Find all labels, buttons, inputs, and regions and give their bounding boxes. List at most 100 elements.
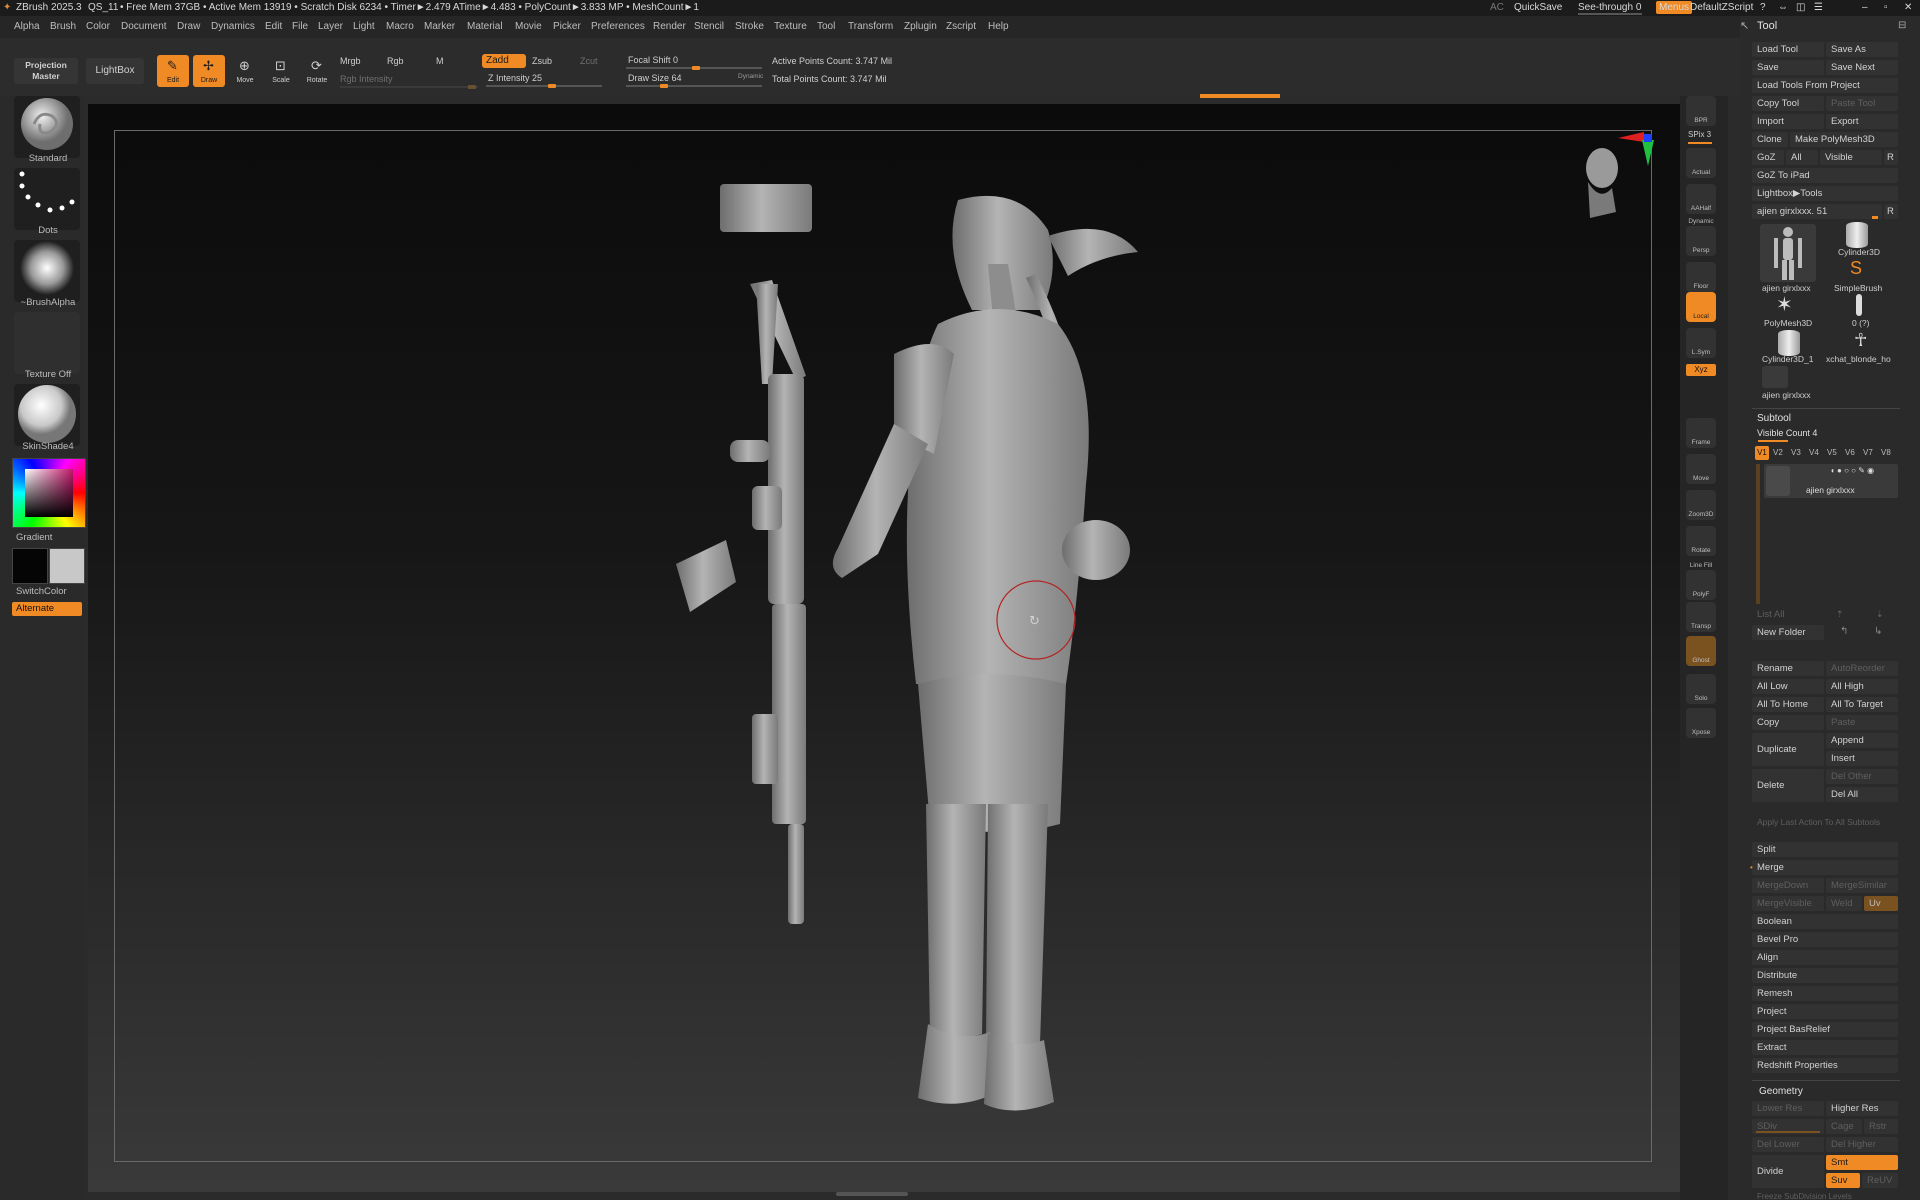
- cylinder3d-1-icon[interactable]: [1778, 330, 1800, 356]
- maximize-icon[interactable]: ▫: [1884, 2, 1888, 13]
- goz-all-button[interactable]: All: [1786, 150, 1818, 165]
- default-zscript-button[interactable]: DefaultZScript: [1690, 2, 1753, 13]
- edit-button[interactable]: ✎ Edit: [157, 55, 189, 87]
- mrgb-button[interactable]: Mrgb: [340, 56, 361, 66]
- align-section[interactable]: Align: [1752, 950, 1898, 965]
- freeze-subdivision-button[interactable]: Freeze SubDivision Levels: [1752, 1191, 1898, 1200]
- model-render[interactable]: ↻: [88, 104, 1680, 1192]
- color-picker[interactable]: [12, 458, 86, 528]
- split-section[interactable]: Split: [1752, 842, 1898, 857]
- merge-down-button[interactable]: MergeDown: [1752, 878, 1824, 893]
- menu-picker[interactable]: Picker: [553, 21, 581, 32]
- spix-label[interactable]: SPix 3: [1688, 130, 1711, 139]
- solo-button[interactable]: Solo: [1686, 674, 1716, 704]
- version-v3-button[interactable]: V3: [1791, 448, 1801, 457]
- lsym-button[interactable]: L.Sym: [1686, 328, 1716, 358]
- projection-master-button[interactable]: Projection Master: [14, 58, 78, 84]
- navigation-head[interactable]: [1586, 148, 1618, 218]
- menus-toggle[interactable]: Menus: [1656, 1, 1693, 14]
- scale-button[interactable]: ⊡ Scale: [265, 55, 297, 87]
- zcut-button[interactable]: Zcut: [580, 56, 598, 66]
- menu-help[interactable]: Help: [988, 21, 1009, 32]
- axis-gizmo[interactable]: [1618, 132, 1654, 166]
- rename-button[interactable]: Rename: [1752, 661, 1824, 676]
- zsub-button[interactable]: Zsub: [532, 56, 552, 66]
- weld-button[interactable]: Weld: [1826, 896, 1862, 911]
- save-button[interactable]: Save: [1752, 60, 1824, 75]
- ac-label[interactable]: AC: [1490, 2, 1504, 13]
- persp-button[interactable]: Persp: [1686, 226, 1716, 256]
- menu-color[interactable]: Color: [86, 21, 110, 32]
- help-icon[interactable]: ?: [1760, 2, 1766, 13]
- menu-render[interactable]: Render: [653, 21, 686, 32]
- menu-stencil[interactable]: Stencil: [694, 21, 724, 32]
- texture-thumbnail[interactable]: [14, 312, 80, 374]
- local-button[interactable]: Local: [1686, 292, 1716, 322]
- geometry-header[interactable]: Geometry: [1754, 1084, 1900, 1099]
- current-tool-r-button[interactable]: R: [1884, 204, 1898, 219]
- menu-zplugin[interactable]: Zplugin: [904, 21, 937, 32]
- menu-layer[interactable]: Layer: [318, 21, 343, 32]
- menu-zscript[interactable]: Zscript: [946, 21, 976, 32]
- menu-edit[interactable]: Edit: [265, 21, 282, 32]
- unknown-tool-icon[interactable]: [1856, 294, 1862, 316]
- sdiv-slider-track[interactable]: [1756, 1131, 1820, 1133]
- redshift-properties-section[interactable]: Redshift Properties: [1752, 1058, 1898, 1073]
- menu-brush[interactable]: Brush: [50, 21, 76, 32]
- cage-button[interactable]: Cage: [1826, 1119, 1862, 1134]
- tool-thumb-ajien-2[interactable]: [1762, 366, 1788, 388]
- copy-tool-button[interactable]: Copy Tool: [1752, 96, 1824, 111]
- smt-toggle[interactable]: Smt: [1826, 1155, 1898, 1170]
- suv-toggle[interactable]: Suv: [1826, 1173, 1860, 1188]
- aahalf-button[interactable]: AAHalf: [1686, 184, 1716, 214]
- rotate-button[interactable]: ⟳ Rotate: [301, 55, 333, 87]
- copy-subtool-button[interactable]: Copy: [1752, 715, 1824, 730]
- del-all-button[interactable]: Del All: [1826, 787, 1898, 802]
- uv-toggle[interactable]: Uv: [1864, 896, 1898, 911]
- paste-subtool-button[interactable]: Paste: [1826, 715, 1898, 730]
- see-through-track[interactable]: [1578, 13, 1642, 15]
- move-down-arrow-icon[interactable]: ⇣: [1876, 609, 1884, 620]
- transp-button[interactable]: Transp: [1686, 602, 1716, 632]
- version-v7-button[interactable]: V7: [1863, 448, 1873, 457]
- autoreorder-button[interactable]: AutoReorder: [1826, 661, 1898, 676]
- draw-size-slider[interactable]: [626, 84, 762, 88]
- polyf-button[interactable]: PolyF: [1686, 570, 1716, 600]
- paste-tool-button[interactable]: Paste Tool: [1826, 96, 1898, 111]
- draw-button[interactable]: ✢ Draw: [193, 55, 225, 87]
- rgb-intensity-slider[interactable]: [340, 85, 478, 89]
- lower-res-button[interactable]: Lower Res: [1752, 1101, 1824, 1116]
- visible-count-label[interactable]: Visible Count 4: [1752, 426, 1898, 441]
- goz-to-ipad-button[interactable]: GoZ To iPad: [1752, 168, 1898, 183]
- reuv-button[interactable]: ReUV: [1862, 1173, 1898, 1188]
- make-polymesh3d-button[interactable]: Make PolyMesh3D: [1790, 132, 1898, 147]
- alternate-button[interactable]: Alternate: [12, 602, 82, 616]
- apply-last-action-button[interactable]: Apply Last Action To All Subtools: [1752, 815, 1898, 830]
- zadd-button[interactable]: Zadd: [482, 54, 526, 68]
- move-view-button[interactable]: Move: [1686, 454, 1716, 484]
- menu-marker[interactable]: Marker: [424, 21, 455, 32]
- see-through-slider[interactable]: See-through 0: [1578, 2, 1641, 13]
- material-thumbnail[interactable]: [14, 384, 80, 446]
- menu-tool[interactable]: Tool: [817, 21, 835, 32]
- close-icon[interactable]: ✕: [1904, 2, 1912, 13]
- divide-button[interactable]: Divide: [1752, 1155, 1824, 1188]
- merge-section[interactable]: Merge: [1752, 860, 1898, 875]
- visible-count-slider[interactable]: [1758, 440, 1788, 442]
- delete-button[interactable]: Delete: [1752, 769, 1824, 802]
- clone-button[interactable]: Clone: [1752, 132, 1788, 147]
- spix-slider[interactable]: [1688, 142, 1712, 144]
- project-section[interactable]: Project: [1752, 1004, 1898, 1019]
- menu-alpha[interactable]: Alpha: [14, 21, 40, 32]
- insert-button[interactable]: Insert: [1826, 751, 1898, 766]
- goz-button[interactable]: GoZ: [1752, 150, 1784, 165]
- subtool-visibility-toggles[interactable]: ◖ ● ○ ○ ✎ ◉: [1830, 466, 1874, 475]
- version-v1-button[interactable]: V1: [1755, 446, 1769, 460]
- duplicate-button[interactable]: Duplicate: [1752, 733, 1824, 766]
- subtool-list-scrollbar[interactable]: [1756, 464, 1760, 604]
- subtool-item[interactable]: ◖ ● ○ ○ ✎ ◉ ajien girxlxxx: [1764, 464, 1898, 498]
- export-button[interactable]: Export: [1826, 114, 1898, 129]
- xyz-button[interactable]: Xyz: [1686, 364, 1716, 376]
- subtool-header[interactable]: Subtool: [1752, 411, 1898, 426]
- higher-res-button[interactable]: Higher Res: [1826, 1101, 1898, 1116]
